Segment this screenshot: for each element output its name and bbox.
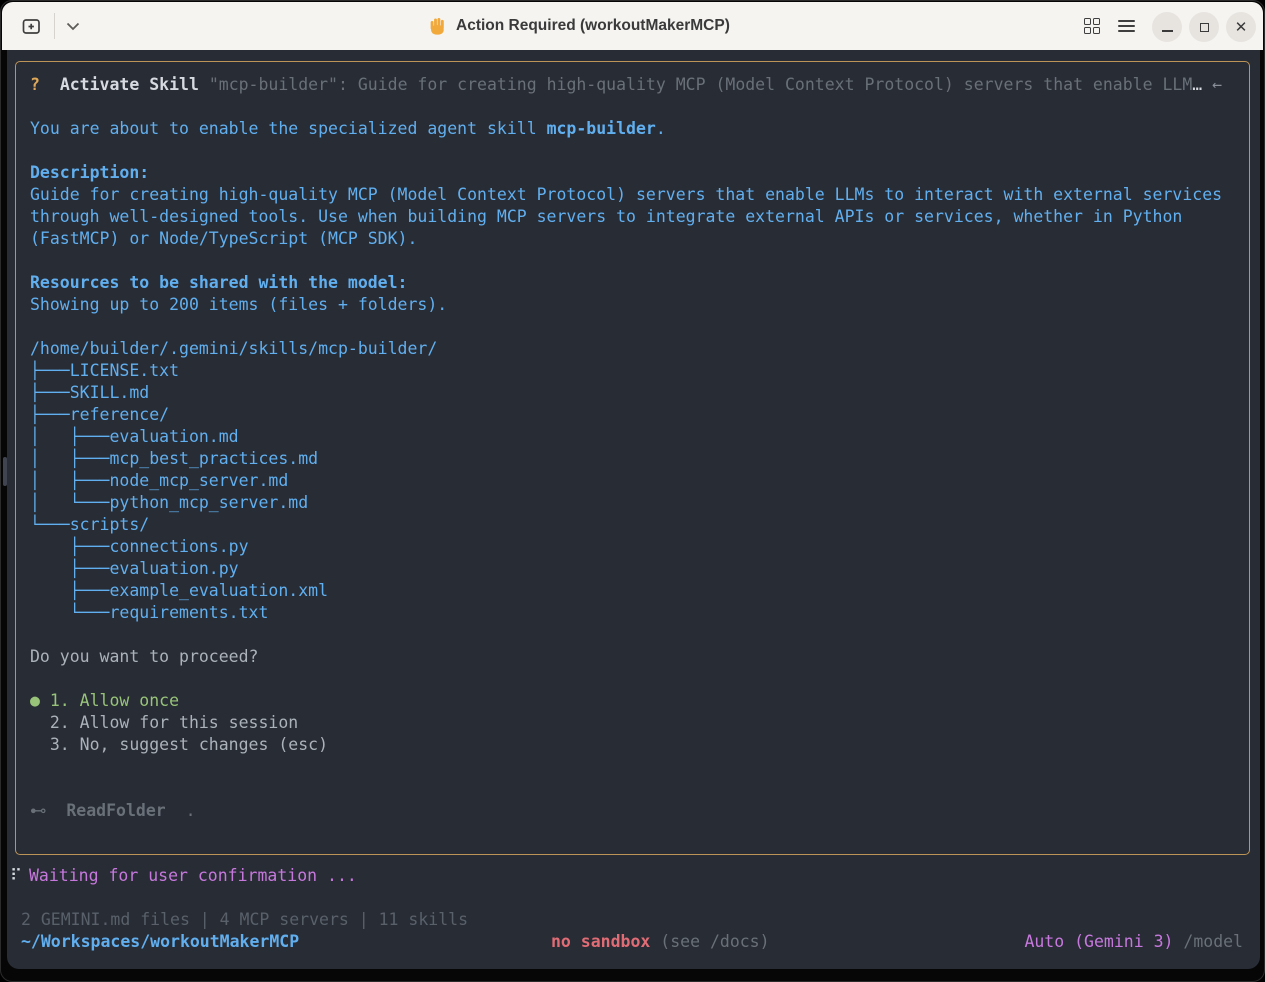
minimize-icon	[1162, 30, 1173, 32]
tree-item: ├───SKILL.md	[30, 382, 1243, 404]
tree-item: └───requirements.txt	[30, 602, 1243, 624]
tool-call-name: ReadFolder	[66, 801, 165, 820]
tree-item: │ ├───evaluation.md	[30, 426, 1243, 448]
window-title: Action Required (workoutMakerMCP)	[428, 2, 730, 50]
proceed-question: Do you want to proceed?	[30, 646, 1243, 668]
titlebar-separator	[54, 13, 55, 39]
tree-root-path: /home/builder/.gemini/skills/mcp-builder…	[30, 338, 1243, 360]
tree-item: ├───LICENSE.txt	[30, 360, 1243, 382]
question-mark-icon: ?	[30, 75, 60, 94]
description-label: Description:	[30, 162, 1243, 184]
tree-item: │ ├───mcp_best_practices.md	[30, 448, 1243, 470]
tab-list-dropdown-button[interactable]	[64, 20, 82, 33]
left-arrow-icon: ←	[1202, 75, 1222, 94]
cwd-path: ~/Workspaces/workoutMakerMCP	[21, 931, 299, 953]
tree-item: └───scripts/	[30, 514, 1243, 536]
option-allow-once[interactable]: ● 1. Allow once	[30, 690, 1243, 712]
resources-count-line: Showing up to 200 items (files + folders…	[30, 294, 1243, 316]
waiting-status: Waiting for user confirmation ...	[29, 865, 357, 887]
maximize-icon	[1200, 23, 1209, 32]
new-tab-icon	[22, 17, 43, 36]
terminal-content: ? Activate Skill "mcp-builder": Guide fo…	[7, 50, 1260, 969]
spinner-icon: ⠏	[10, 865, 22, 887]
terminal-window: Action Required (workoutMakerMCP) ✕ ? Ac…	[0, 0, 1265, 982]
model-hint: /model	[1173, 932, 1243, 951]
context-summary: 2 GEMINI.md files | 4 MCP servers | 11 s…	[21, 909, 468, 931]
tree-item: ├───example_evaluation.xml	[30, 580, 1243, 602]
model-name: Auto (Gemini 3)	[1024, 932, 1173, 951]
tree-item: │ ├───node_mcp_server.md	[30, 470, 1243, 492]
description-line: (FastMCP) or Node/TypeScript (MCP SDK).	[30, 228, 1243, 250]
option-allow-session[interactable]: 2. Allow for this session	[30, 712, 1243, 734]
tree-item: ├───evaluation.py	[30, 558, 1243, 580]
menu-button[interactable]	[1118, 20, 1135, 32]
sandbox-status: no sandbox (see /docs)	[551, 931, 770, 953]
truncation-ellipsis: …	[1192, 75, 1202, 94]
chevron-down-icon	[66, 22, 80, 31]
raised-hand-icon	[428, 17, 447, 36]
sandbox-hint: (see /docs)	[650, 932, 769, 951]
resources-label: Resources to be shared with the model:	[30, 272, 1243, 294]
scrollbar-thumb[interactable]	[3, 457, 7, 486]
tree-item: ├───reference/	[30, 404, 1243, 426]
model-status: Auto (Gemini 3) /model	[1024, 931, 1243, 953]
minimize-button[interactable]	[1152, 12, 1182, 42]
dialog-header: ? Activate Skill "mcp-builder": Guide fo…	[30, 74, 1243, 96]
close-button[interactable]: ✕	[1226, 12, 1256, 42]
tool-call-arg: .	[166, 801, 196, 820]
description-line: Guide for creating high-quality MCP (Mod…	[30, 184, 1243, 206]
tree-item: │ └───python_mcp_server.md	[30, 492, 1243, 514]
tool-call-line: ⊷ ReadFolder .	[30, 800, 1243, 822]
description-line: through well-designed tools. Use when bu…	[30, 206, 1243, 228]
intro-line: You are about to enable the specialized …	[30, 118, 1243, 140]
close-icon: ✕	[1235, 20, 1248, 35]
skill-name: mcp-builder	[547, 119, 656, 138]
dialog-subtitle: "mcp-builder": Guide for creating high-q…	[199, 75, 1192, 94]
sandbox-state: no sandbox	[551, 932, 650, 951]
dialog-title: Activate Skill	[60, 75, 199, 94]
maximize-button[interactable]	[1189, 12, 1219, 42]
tool-call-icon: ⊷	[30, 801, 47, 820]
window-title-text: Action Required (workoutMakerMCP)	[456, 17, 730, 35]
titlebar: Action Required (workoutMakerMCP) ✕	[2, 2, 1263, 50]
tab-overview-button[interactable]	[1084, 18, 1100, 34]
option-suggest-changes[interactable]: 3. No, suggest changes (esc)	[30, 734, 1243, 756]
new-tab-button[interactable]	[20, 15, 45, 38]
permission-dialog: ? Activate Skill "mcp-builder": Guide fo…	[15, 61, 1250, 855]
tree-item: ├───connections.py	[30, 536, 1243, 558]
